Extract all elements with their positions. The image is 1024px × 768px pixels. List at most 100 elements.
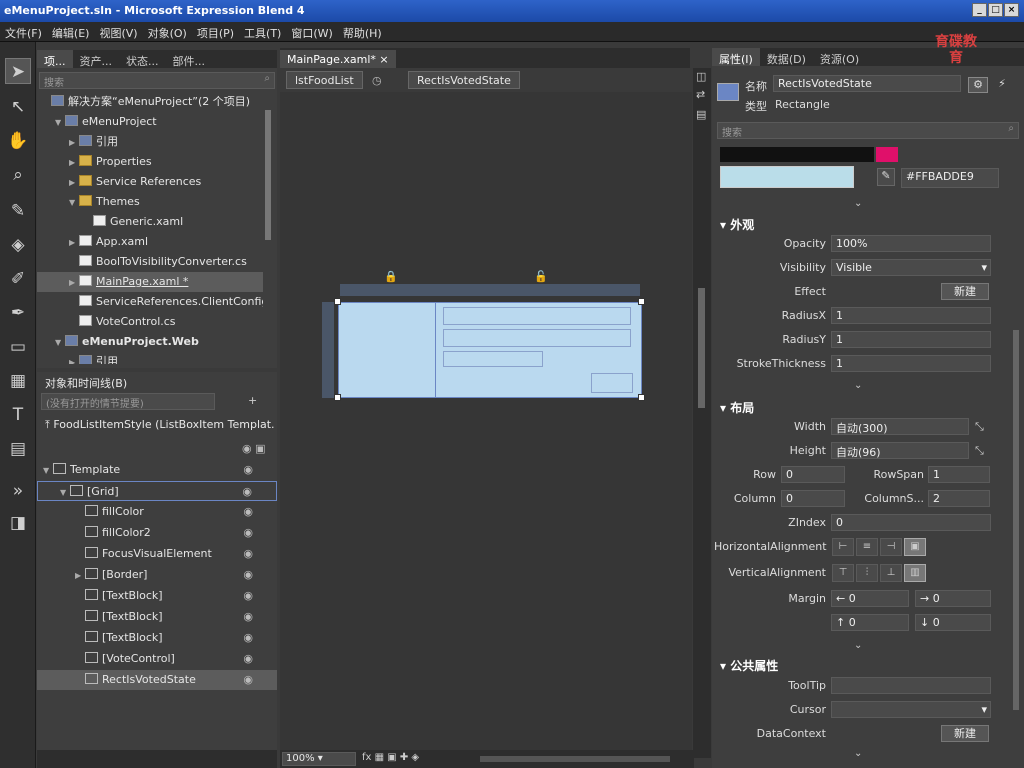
margin-left-field[interactable]: ← 0 <box>831 590 909 607</box>
visibility-eye-icon[interactable]: ◉ <box>243 502 253 522</box>
project-panel-tab[interactable]: 资产... <box>73 50 120 68</box>
object-tree-item[interactable]: ▶ [Border] ◉ <box>37 565 277 585</box>
radiusy-field[interactable]: 1 <box>831 331 991 348</box>
width-field[interactable]: 自动(300) <box>831 418 969 435</box>
storyboard-selector[interactable]: (没有打开的情节提要) <box>41 393 215 410</box>
object-tree-item[interactable]: FocusVisualElement ◉ <box>37 544 277 564</box>
properties-tab[interactable]: 数据(D) <box>760 48 813 66</box>
auto-size-icon[interactable]: ⤡ <box>975 420 984 434</box>
minimize-button[interactable]: _ <box>972 3 987 17</box>
grid-ruler-vertical[interactable] <box>322 302 334 398</box>
auto-size-icon[interactable]: ⤡ <box>975 444 984 458</box>
menu-item[interactable]: 编辑(E) <box>47 22 95 41</box>
align-stretch-icon[interactable]: ▣ <box>904 538 926 556</box>
maximize-button[interactable]: □ <box>988 3 1003 17</box>
color-hex-input[interactable]: #FFBADDE9 <box>901 168 999 188</box>
controls-tool-icon[interactable]: ▤ <box>5 436 31 462</box>
menu-item[interactable]: 工具(T) <box>239 22 286 41</box>
fx-toggle-icon[interactable]: fx ▦ ▣ ✚ ◈ <box>362 752 419 763</box>
height-field[interactable]: 自动(96) <box>831 442 969 459</box>
object-tree-item[interactable]: [TextBlock] ◉ <box>37 628 277 648</box>
events-view-icon[interactable]: ⚡ <box>992 77 1012 93</box>
placeholder-textblock[interactable] <box>443 351 543 367</box>
textblock-tool-icon[interactable]: T <box>5 402 31 428</box>
add-storyboard-icon[interactable]: + <box>248 394 257 407</box>
align-bottom-icon[interactable]: ⊥ <box>880 564 902 582</box>
menu-item[interactable]: 视图(V) <box>94 22 142 41</box>
project-panel-tab[interactable]: 状态... <box>119 50 166 68</box>
menu-item[interactable]: 文件(F) <box>0 22 47 41</box>
visibility-eye-icon[interactable]: ◉ <box>243 628 253 648</box>
scope-eye-icon[interactable]: ◉ ▣ <box>242 442 266 455</box>
expander-icon[interactable]: ▼ <box>43 461 53 481</box>
align-left-icon[interactable]: ⊢ <box>832 538 854 556</box>
paint-bucket-tool-icon[interactable]: ◈ <box>5 232 31 258</box>
lock-icon[interactable]: 🔒 <box>384 270 398 283</box>
project-tree-item[interactable]: ▼ eMenuProject.Web <box>37 332 263 352</box>
project-panel-tab[interactable]: 部件... <box>166 50 213 68</box>
expander-icon[interactable]: ▼ <box>55 113 65 133</box>
design-view-icon[interactable]: ▤ <box>696 108 706 121</box>
rect-is-voted-state[interactable] <box>338 302 642 398</box>
properties-view-icon[interactable]: ⚙ <box>968 77 988 93</box>
assets-expand-icon[interactable]: » <box>5 478 31 504</box>
align-center-icon[interactable]: ≡ <box>856 538 878 556</box>
menu-item[interactable]: 对象(O) <box>143 22 192 41</box>
split-view-icon[interactable]: ◫ <box>696 70 706 83</box>
resize-handle[interactable] <box>638 298 645 305</box>
object-tree-item[interactable]: ▼ Template ◉ <box>37 460 277 480</box>
project-tree-item[interactable]: ▶ 引用 <box>37 352 263 364</box>
project-tree-item[interactable]: BoolToVisibilityConverter.cs <box>37 252 263 272</box>
expander-icon[interactable]: ▶ <box>69 353 79 364</box>
rectangle-tool-icon[interactable]: ▭ <box>5 334 31 360</box>
appearance-section-header[interactable]: ▾ 外观 <box>720 216 754 233</box>
align-top-icon[interactable]: ⊤ <box>832 564 854 582</box>
menu-item[interactable]: 窗口(W) <box>286 22 337 41</box>
current-color-swatch[interactable] <box>720 166 854 188</box>
visibility-eye-icon[interactable]: ◉ <box>243 565 253 585</box>
eyedropper-tool-icon[interactable]: ✎ <box>5 198 31 224</box>
visibility-eye-icon[interactable]: ◉ <box>243 586 253 606</box>
zoom-tool-icon[interactable]: ⌕ <box>5 162 31 188</box>
expand-chevron-icon[interactable]: ⌄ <box>854 380 862 391</box>
radiusx-field[interactable]: 1 <box>831 307 991 324</box>
column-field[interactable]: 0 <box>781 490 845 507</box>
object-tree-item[interactable]: [TextBlock] ◉ <box>37 586 277 606</box>
project-tree-item[interactable]: ▶ App.xaml <box>37 232 263 252</box>
columnspan-field[interactable]: 2 <box>928 490 990 507</box>
expander-icon[interactable]: ▶ <box>69 233 79 253</box>
properties-tab[interactable]: 属性(I) <box>712 48 760 66</box>
object-tree-item[interactable]: fillColor2 ◉ <box>37 523 277 543</box>
code-view-icon[interactable]: ⇄ <box>696 88 705 101</box>
canvas-vertical-scrollbar[interactable] <box>698 288 705 408</box>
rowspan-field[interactable]: 1 <box>928 466 990 483</box>
object-tree-item[interactable]: RectIsVotedState ◉ <box>37 670 277 690</box>
unlock-icon[interactable]: 🔓 <box>534 270 548 283</box>
margin-right-field[interactable]: → 0 <box>915 590 991 607</box>
placeholder-vote-control[interactable] <box>591 373 633 393</box>
gradient-tool-icon[interactable]: ✐ <box>5 266 31 292</box>
align-vstretch-icon[interactable]: ▥ <box>904 564 926 582</box>
grid-tool-icon[interactable]: ▦ <box>5 368 31 394</box>
canvas-horizontal-scrollbar[interactable] <box>480 756 670 762</box>
object-tree-item[interactable]: ▼ [Grid] ◉ <box>37 481 277 501</box>
tooltip-field[interactable] <box>831 677 991 694</box>
document-tab[interactable]: MainPage.xaml* × <box>280 50 396 68</box>
row-field[interactable]: 0 <box>781 466 845 483</box>
object-tree-item[interactable]: fillColor ◉ <box>37 502 277 522</box>
project-tree-item[interactable]: 解决方案“eMenuProject”(2 个项目) <box>37 92 263 112</box>
project-panel-tab[interactable]: 项... <box>37 50 73 68</box>
expand-chevron-icon[interactable]: ⌄ <box>854 198 862 209</box>
expand-chevron-icon[interactable]: ⌄ <box>854 748 862 759</box>
project-scrollbar[interactable] <box>265 110 271 240</box>
selection-tool-icon[interactable]: ➤ <box>5 58 31 84</box>
object-tree-item[interactable]: [VoteControl] ◉ <box>37 649 277 669</box>
visibility-eye-icon[interactable]: ◉ <box>243 544 253 564</box>
menu-item[interactable]: 项目(P) <box>192 22 239 41</box>
properties-scrollbar[interactable] <box>1013 330 1019 710</box>
opacity-field[interactable]: 100% <box>831 235 991 252</box>
breadcrumb[interactable]: lstFoodList <box>286 71 363 89</box>
visibility-eye-icon[interactable]: ◉ <box>242 482 252 502</box>
margin-top-field[interactable]: ↑ 0 <box>831 614 909 631</box>
expander-icon[interactable]: ▶ <box>69 153 79 173</box>
